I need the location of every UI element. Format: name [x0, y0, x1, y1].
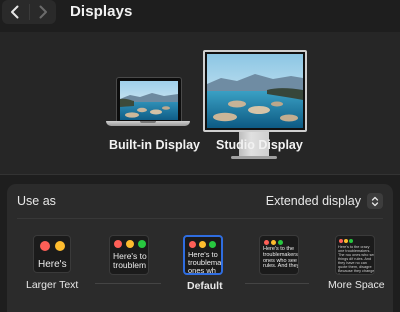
chevron-left-icon — [11, 5, 19, 19]
resolution-track — [95, 283, 161, 284]
preview-text: Here's — [38, 259, 67, 270]
zoom-dot-icon — [278, 240, 283, 245]
close-dot-icon — [264, 240, 269, 245]
forward-button[interactable] — [30, 0, 57, 24]
laptop-icon[interactable] — [106, 77, 190, 129]
close-dot-icon — [189, 241, 196, 248]
toolbar: Displays — [0, 0, 400, 26]
display-name-built-in[interactable]: Built-in Display — [109, 138, 200, 152]
minimize-dot-icon — [199, 241, 206, 248]
display-name-studio[interactable]: Studio Display — [216, 138, 303, 152]
page-title: Displays — [70, 3, 133, 20]
preview-text: Here's to troublema ones wh — [188, 250, 222, 275]
monitor-wallpaper — [207, 54, 303, 128]
up-down-chevron-icon — [367, 193, 383, 209]
zoom-dot-icon — [138, 240, 146, 248]
option-label-larger-text: Larger Text — [26, 279, 79, 291]
resolution-preview: Here's to the crazy one troublemakers. T… — [335, 235, 375, 275]
row-divider — [17, 218, 383, 219]
minimize-dot-icon — [55, 241, 65, 251]
section-divider — [0, 174, 400, 175]
display-arrangement: Built-in Display Studio Display — [0, 32, 400, 174]
use-as-value: Extended display — [265, 194, 361, 208]
preview-text: Here's to the troublemakers. ones who se… — [263, 246, 299, 270]
resolution-preview-selected: Here's to troublema ones wh — [183, 235, 223, 275]
laptop-lid — [116, 77, 182, 121]
monitor-foot — [231, 156, 277, 159]
chevron-right-icon — [39, 5, 47, 19]
resolution-preview: Here's to the troublemakers. ones who se… — [259, 235, 299, 275]
preview-text: Here's to the crazy one troublemakers. T… — [338, 245, 375, 275]
close-dot-icon — [339, 239, 343, 243]
close-dot-icon — [114, 240, 122, 248]
back-button[interactable] — [2, 0, 29, 24]
use-as-popup[interactable]: Extended display — [266, 191, 383, 211]
monitor-frame — [203, 50, 307, 132]
zoom-dot-icon — [349, 239, 353, 243]
option-label-default: Default — [187, 280, 223, 292]
display-settings-panel: Use as Extended display Here's Larger Te… — [7, 184, 393, 312]
minimize-dot-icon — [271, 240, 276, 245]
navigation-buttons — [2, 0, 56, 24]
close-dot-icon — [40, 241, 50, 251]
minimize-dot-icon — [344, 239, 348, 243]
minimize-dot-icon — [126, 240, 134, 248]
option-label-more-space: More Space — [328, 279, 385, 291]
laptop-notch — [140, 121, 156, 123]
use-as-label: Use as — [17, 194, 56, 208]
resolution-preview: Here's — [33, 235, 71, 273]
preview-text: Here's to troublem — [113, 251, 147, 270]
resolution-track — [245, 283, 309, 284]
resolution-preview: Here's to troublem — [109, 235, 149, 275]
zoom-dot-icon — [209, 241, 216, 248]
laptop-wallpaper — [120, 81, 178, 120]
